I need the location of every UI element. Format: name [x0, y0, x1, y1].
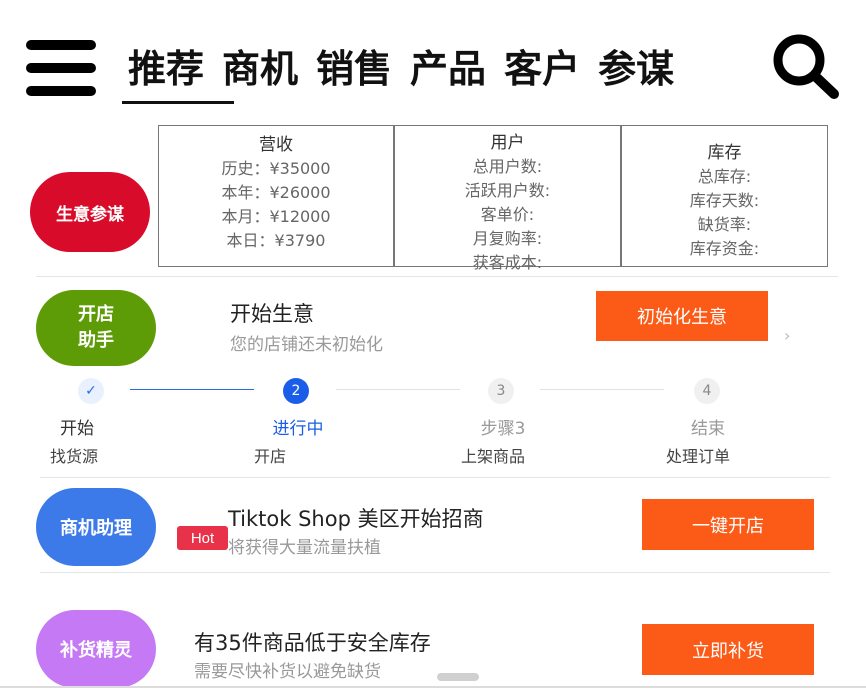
inventory-title: 库存 — [707, 143, 742, 163]
bottom-border — [0, 686, 866, 688]
step-3-desc: 上架商品 — [460, 447, 525, 466]
restock-genie-badge[interactable]: 补货精灵 — [36, 610, 156, 688]
revenue-month: 本月：¥12000 — [221, 207, 331, 226]
tab-products[interactable]: 产品 — [410, 40, 486, 98]
revenue-history: 历史：¥35000 — [221, 159, 331, 178]
opportunity-assistant-badge[interactable]: 商机助理 — [36, 488, 156, 566]
users-total: 总用户数: — [472, 157, 543, 176]
shop-assistant-title: 开始生意 — [230, 302, 314, 326]
step-3-label: 步骤3 — [480, 419, 526, 439]
step-4-desc: 处理订单 — [665, 447, 730, 466]
tab-bar: 推荐 商机 销售 产品 客户 参谋 — [121, 40, 692, 104]
users-cac: 获客成本: — [472, 253, 543, 272]
init-business-button[interactable]: 初始化生意 — [596, 291, 768, 341]
inventory-capital: 库存资金: — [689, 239, 760, 258]
step-4-label: 结束 — [691, 419, 725, 439]
inventory-card[interactable]: 库存 总库存: 库存天数: 缺货率: 库存资金: — [621, 125, 828, 267]
revenue-day: 本日：¥3790 — [226, 231, 326, 250]
inventory-days: 库存天数: — [689, 191, 760, 210]
opportunity-subtitle: 将获得大量流量扶植 — [228, 538, 381, 558]
users-active: 活跃用户数: — [464, 181, 551, 200]
divider — [40, 572, 830, 573]
step-connector-done — [130, 389, 254, 390]
step-3-marker: 3 — [488, 378, 514, 404]
shop-assistant-badge[interactable]: 开店 助手 — [36, 290, 156, 366]
users-repurchase: 月复购率: — [472, 229, 543, 248]
revenue-card[interactable]: 营收 历史：¥35000 本年：¥26000 本月：¥12000 本日：¥379… — [158, 125, 394, 267]
inventory-stockout: 缺货率: — [697, 215, 752, 234]
users-title: 用户 — [490, 133, 525, 153]
shop-assistant-badge-line1: 开店 — [78, 304, 114, 325]
shop-assistant-subtitle: 您的店铺还未初始化 — [230, 335, 383, 355]
divider — [36, 276, 838, 277]
revenue-title: 营收 — [259, 135, 293, 155]
chevron-right-icon[interactable]: › — [784, 326, 790, 345]
tab-advisor[interactable]: 参谋 — [598, 40, 674, 98]
menu-icon[interactable] — [26, 40, 96, 98]
tab-recommend[interactable]: 推荐 — [121, 40, 235, 104]
shop-assistant-badge-line2: 助手 — [78, 330, 114, 351]
step-4-marker: 4 — [694, 378, 720, 404]
users-aov: 客单价: — [480, 205, 535, 224]
divider — [40, 477, 830, 478]
step-2-marker: 2 — [283, 378, 309, 404]
inventory-total: 总库存: — [697, 167, 752, 186]
restock-now-button[interactable]: 立即补货 — [642, 624, 814, 675]
home-indicator[interactable] — [437, 673, 479, 681]
one-click-open-shop-button[interactable]: 一键开店 — [642, 499, 814, 550]
step-2-desc: 开店 — [253, 447, 286, 466]
tab-customers[interactable]: 客户 — [504, 40, 580, 98]
restock-subtitle: 需要尽快补货以避免缺货 — [194, 662, 381, 682]
step-connector — [540, 389, 664, 390]
check-icon: ✓ — [78, 378, 104, 404]
search-icon[interactable] — [770, 32, 842, 100]
step-1-label: 开始 — [60, 419, 94, 439]
top-nav: 推荐 商机 销售 产品 客户 参谋 — [0, 0, 866, 115]
step-1-desc: 找货源 — [49, 447, 98, 466]
business-advisor-badge[interactable]: 生意参谋 — [30, 172, 150, 252]
tab-sales[interactable]: 销售 — [316, 40, 392, 98]
step-2-label: 进行中 — [272, 419, 324, 439]
revenue-year: 本年：¥26000 — [221, 183, 331, 202]
opportunity-title: Tiktok Shop 美区开始招商 — [228, 507, 484, 531]
step-connector — [336, 389, 460, 390]
restock-title: 有35件商品低于安全库存 — [194, 631, 431, 655]
hot-badge: Hot — [177, 526, 228, 550]
users-card[interactable]: 用户 总用户数: 活跃用户数: 客单价: 月复购率: 获客成本: — [394, 125, 621, 272]
tab-opportunity[interactable]: 商机 — [222, 40, 298, 98]
